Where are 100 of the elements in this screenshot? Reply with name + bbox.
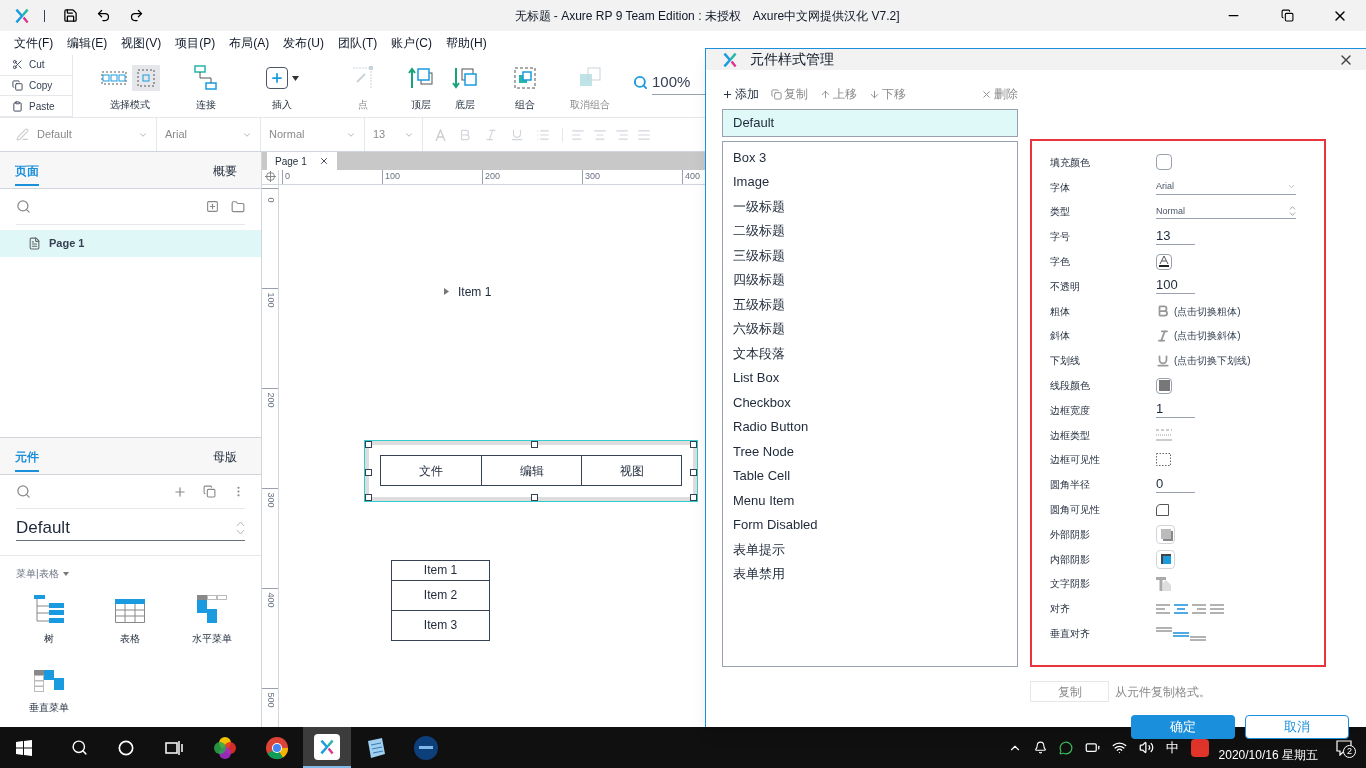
widget-item[interactable]: 水平菜单 xyxy=(171,593,253,646)
clipboard-button[interactable]: Copy xyxy=(0,75,72,97)
bell-icon[interactable] xyxy=(1033,741,1047,754)
outer-shadow-button[interactable] xyxy=(1156,524,1175,544)
style-item[interactable]: Default xyxy=(722,109,1018,137)
italic-icon[interactable] xyxy=(1156,328,1170,343)
toolbar-button[interactable]: 组合 xyxy=(487,63,563,112)
style-item[interactable]: List Box xyxy=(723,365,1017,390)
border-visibility-icon[interactable] xyxy=(1156,453,1171,467)
inner-shadow-button[interactable] xyxy=(1156,549,1175,569)
chrome-icon[interactable] xyxy=(265,735,289,760)
menu-item[interactable]: 帮助(H) xyxy=(446,34,487,52)
save-icon[interactable] xyxy=(63,8,78,23)
bold-icon[interactable] xyxy=(1156,304,1170,319)
taskbar-date[interactable]: 2020/10/16 星期五 xyxy=(1218,746,1318,764)
photos-app-icon[interactable] xyxy=(213,735,237,760)
style-select[interactable]: Default xyxy=(37,126,72,143)
toolbar-button[interactable]: 插入 xyxy=(237,63,327,112)
vertical-align-option-icon[interactable] xyxy=(1173,631,1189,637)
style-item[interactable]: 六级标题 xyxy=(723,316,1017,341)
menu-item[interactable]: 编辑(E) xyxy=(67,34,108,52)
corner-visibility-icon[interactable] xyxy=(1156,503,1169,516)
resize-handle[interactable] xyxy=(531,493,538,501)
font-color-icon[interactable] xyxy=(435,128,446,141)
underline-icon[interactable] xyxy=(1156,353,1170,368)
input-method-indicator[interactable]: 中 xyxy=(1165,737,1179,758)
style-item[interactable]: 三级标题 xyxy=(723,243,1017,268)
style-item[interactable]: 二级标题 xyxy=(723,218,1017,243)
menu-item[interactable]: 文件(F) xyxy=(14,34,54,52)
menu-item[interactable]: 视图(V) xyxy=(121,34,162,52)
toolbar-button[interactable]: 底层 xyxy=(443,63,487,112)
style-item[interactable]: Table Cell xyxy=(723,463,1017,488)
cancel-button[interactable]: 取消 xyxy=(1245,715,1349,739)
undo-icon[interactable] xyxy=(96,8,111,23)
font-color-swatch[interactable] xyxy=(1156,253,1172,270)
number-field[interactable]: 13 xyxy=(1156,228,1195,245)
notification-icon[interactable] xyxy=(1336,739,1352,756)
resize-handle[interactable] xyxy=(365,493,372,501)
style-item[interactable]: Tree Node xyxy=(723,439,1017,464)
app-icon[interactable] xyxy=(413,734,439,761)
widget-item[interactable]: 表格 xyxy=(89,593,172,646)
task-view-icon[interactable] xyxy=(165,739,183,756)
toolbar-button[interactable]: 选择模式 xyxy=(85,63,175,112)
close-icon[interactable] xyxy=(318,156,329,166)
axure-taskbar-button[interactable] xyxy=(303,727,351,768)
style-item[interactable]: 文本段落 xyxy=(723,341,1017,366)
widget-item[interactable]: 树 xyxy=(8,593,90,646)
page-item[interactable]: Page 1 xyxy=(0,230,261,257)
style-item[interactable]: 一级标题 xyxy=(723,194,1017,219)
windows-start-icon[interactable] xyxy=(16,739,32,756)
clipboard-button[interactable]: Paste xyxy=(0,96,72,117)
selected-menu-widget[interactable]: 文件 编辑 视图 xyxy=(365,440,697,501)
weight-select[interactable]: Normal xyxy=(1156,204,1296,220)
add-page-icon[interactable] xyxy=(206,200,219,213)
toolbar-button[interactable]: 顶层 xyxy=(399,63,443,112)
confirm-button[interactable]: 确定 xyxy=(1131,715,1235,739)
search-icon[interactable] xyxy=(71,739,88,756)
style-item[interactable]: 表单提示 xyxy=(723,537,1017,562)
style-item[interactable]: Radio Button xyxy=(723,414,1017,439)
text-shadow-icon[interactable] xyxy=(1156,576,1171,591)
wifi-icon[interactable] xyxy=(1111,740,1127,755)
weight-select[interactable]: Normal xyxy=(269,126,305,143)
panel-tab[interactable]: 母版 xyxy=(63,438,261,474)
number-field[interactable]: 1 xyxy=(1156,402,1195,419)
fill-color-swatch[interactable] xyxy=(1156,154,1172,171)
cortana-icon[interactable] xyxy=(118,739,134,756)
style-item[interactable]: Checkbox xyxy=(723,390,1017,415)
menu-item[interactable]: 账户(C) xyxy=(391,34,432,52)
resize-handle[interactable] xyxy=(365,468,372,476)
folder-icon[interactable] xyxy=(231,199,245,214)
style-item[interactable]: 五级标题 xyxy=(723,292,1017,317)
resize-handle[interactable] xyxy=(690,440,697,448)
menu-item[interactable]: 项目(P) xyxy=(175,34,216,52)
style-item[interactable]: 表单禁用 xyxy=(723,561,1017,586)
restore-icon[interactable] xyxy=(1281,9,1294,22)
font-select[interactable]: Arial xyxy=(165,126,187,143)
style-item[interactable]: 四级标题 xyxy=(723,267,1017,292)
number-field[interactable]: 100 xyxy=(1156,278,1195,295)
style-item[interactable]: Menu Item xyxy=(723,488,1017,513)
resize-handle[interactable] xyxy=(365,440,372,448)
style-item[interactable]: Box 3 xyxy=(723,145,1017,170)
volume-icon[interactable] xyxy=(1138,740,1154,755)
redo-icon[interactable] xyxy=(129,8,144,23)
toolbar-button[interactable]: 连接 xyxy=(175,63,237,112)
menu-item[interactable]: 发布(U) xyxy=(283,34,324,52)
size-select[interactable]: 13 xyxy=(373,126,386,143)
menu-item[interactable]: 布局(A) xyxy=(229,34,270,52)
style-action-button[interactable]: 添加 xyxy=(722,85,759,103)
clipboard-button[interactable]: Cut xyxy=(0,55,72,76)
panel-tab[interactable]: 概要 xyxy=(63,152,261,188)
style-item[interactable]: Form Disabled xyxy=(723,512,1017,537)
widget-item[interactable]: 垂直菜单 xyxy=(8,662,90,715)
chat-icon[interactable] xyxy=(1058,740,1073,755)
category-label[interactable]: 菜单|表格 xyxy=(16,566,59,581)
line-color-swatch[interactable] xyxy=(1156,377,1172,394)
resize-handle[interactable] xyxy=(531,440,538,448)
battery-icon[interactable] xyxy=(1084,740,1100,755)
resize-handle[interactable] xyxy=(690,493,697,501)
menu-item[interactable]: 团队(T) xyxy=(338,34,378,52)
libraries-icon[interactable] xyxy=(203,485,216,498)
